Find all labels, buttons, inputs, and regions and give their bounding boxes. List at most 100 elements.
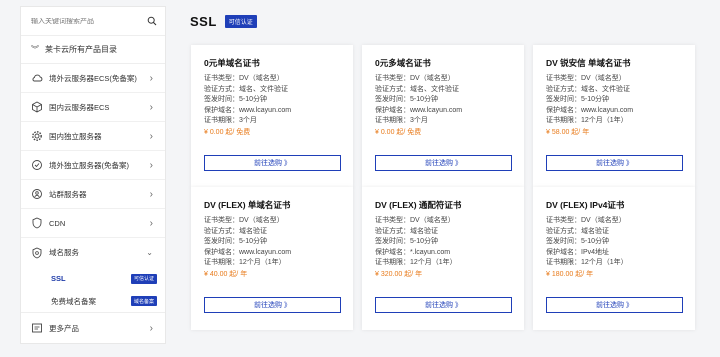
cert-period: 证书期限：12个月（1年） bbox=[546, 117, 628, 124]
search-bar bbox=[21, 7, 165, 36]
chevron-right-icon: › bbox=[149, 72, 153, 84]
double-chevron-down-icon: ︾ bbox=[31, 45, 39, 54]
sidebar-item-label: 更多产品 bbox=[49, 323, 79, 333]
sidebar-subitem-label: SSL bbox=[51, 274, 66, 283]
product-list-icon bbox=[32, 323, 42, 333]
protected-domain: 保护域名：www.lcayun.com bbox=[204, 248, 292, 256]
sidebar-subitem-ssl[interactable]: SSL 可信认证 bbox=[21, 267, 165, 290]
issue-time: 签发时间：5-10分钟 bbox=[375, 96, 439, 103]
price: ¥ 58.00 起/ 年 bbox=[546, 128, 590, 136]
product-card: 0元多域名证书 证书类型：DV（域名型） 验证方式：域名、文件验证 签发时间：5… bbox=[362, 45, 524, 188]
buy-button[interactable]: 前往选购 》 bbox=[546, 155, 683, 171]
product-catalog-link[interactable]: ︾ 莱卡云所有产品目录 bbox=[21, 36, 165, 64]
card-title: DV (FLEX) 通配符证书 bbox=[375, 200, 462, 210]
buy-button[interactable]: 前往选购 》 bbox=[204, 297, 341, 313]
sidebar: ︾ 莱卡云所有产品目录 境外云服务器ECS(免备案) › 国内云服务器ECS ›… bbox=[20, 6, 166, 344]
group-icon bbox=[32, 189, 42, 199]
cert-type: 证书类型：DV（域名型） bbox=[546, 75, 626, 82]
sidebar-item-label: 站群服务器 bbox=[49, 189, 87, 199]
chevron-down-icon: ⌄ bbox=[146, 248, 153, 257]
sidebar-item-cluster-server[interactable]: 站群服务器 › bbox=[21, 180, 165, 209]
buy-button[interactable]: 前往选购 》 bbox=[375, 297, 512, 313]
sidebar-item-cdn[interactable]: CDN › bbox=[21, 209, 165, 238]
gear-icon bbox=[32, 131, 42, 141]
chevron-right-icon: › bbox=[149, 101, 153, 113]
cert-period: 证书期限：3个月 bbox=[204, 117, 257, 124]
verify-method: 验证方式：域名、文件验证 bbox=[204, 85, 288, 93]
protected-domain: 保护域名：www.lcayun.com bbox=[546, 106, 634, 114]
sidebar-item-label: 国内独立服务器 bbox=[49, 131, 102, 141]
chevron-right-icon: › bbox=[149, 322, 153, 334]
cube-icon bbox=[32, 101, 42, 113]
buy-button[interactable]: 前往选购 》 bbox=[375, 155, 512, 171]
cert-period: 证书期限：12个月（1年） bbox=[375, 259, 457, 266]
protected-domain: 保护域名：www.lcayun.com bbox=[375, 106, 463, 114]
buy-button[interactable]: 前往选购 》 bbox=[546, 297, 683, 313]
chevron-right-icon: › bbox=[149, 130, 153, 142]
price: ¥ 0.00 起/ 免费 bbox=[204, 128, 251, 136]
sidebar-item-overseas-dedicated[interactable]: 境外独立服务器(免备案) › bbox=[21, 151, 165, 180]
verify-method: 验证方式：域名验证 bbox=[204, 227, 267, 235]
protected-domain: 保护域名：*.lcayun.com bbox=[375, 248, 451, 256]
cert-type: 证书类型：DV（域名型） bbox=[204, 75, 284, 82]
price: ¥ 180.00 起/ 年 bbox=[546, 270, 594, 278]
sidebar-item-domestic-ecs[interactable]: 国内云服务器ECS › bbox=[21, 93, 165, 122]
sidebar-subitem-free-domain-filing[interactable]: 免费域名备案 域名备案 bbox=[21, 290, 165, 313]
cert-period: 证书期限：12个月（1年） bbox=[204, 259, 286, 266]
cloud-icon bbox=[32, 74, 43, 82]
sidebar-item-domestic-dedicated[interactable]: 国内独立服务器 › bbox=[21, 122, 165, 151]
verify-method: 验证方式：域名验证 bbox=[375, 227, 438, 235]
issue-time: 签发时间：5-10分钟 bbox=[204, 238, 268, 245]
status-badge: 可信认证 bbox=[130, 273, 157, 284]
cert-type: 证书类型：DV（域名型） bbox=[204, 217, 284, 224]
verify-method: 验证方式：域名验证 bbox=[546, 227, 609, 235]
cert-period: 证书期限：12个月（1年） bbox=[546, 259, 628, 266]
issue-time: 签发时间：5-10分钟 bbox=[546, 96, 610, 103]
search-input[interactable] bbox=[31, 17, 147, 25]
sidebar-item-label: 国内云服务器ECS bbox=[49, 102, 110, 112]
protected-domain: 保护域名：www.lcayun.com bbox=[204, 106, 292, 114]
cert-type: 证书类型：DV（域名型） bbox=[375, 75, 455, 82]
page-title: SSL bbox=[190, 14, 217, 29]
product-card: DV (FLEX) 通配符证书 证书类型：DV（域名型） 验证方式：域名验证 签… bbox=[362, 187, 524, 330]
shield-icon bbox=[32, 217, 42, 229]
catalog-label: 莱卡云所有产品目录 bbox=[45, 45, 117, 54]
sidebar-item-label: 境外云服务器ECS(免备案) bbox=[49, 73, 137, 83]
page-header: SSL 可信认证 bbox=[190, 14, 257, 29]
chevron-right-icon: › bbox=[149, 159, 153, 171]
buy-button[interactable]: 前往选购 》 bbox=[204, 155, 341, 171]
issue-time: 签发时间：5-10分钟 bbox=[375, 238, 439, 245]
price: ¥ 0.00 起/ 免费 bbox=[375, 128, 422, 136]
product-card: 0元单域名证书 证书类型：DV（域名型） 验证方式：域名、文件验证 签发时间：5… bbox=[191, 45, 353, 188]
product-card: DV (FLEX) IPv4证书 证书类型：DV（域名型） 验证方式：域名验证 … bbox=[533, 187, 695, 330]
server-icon bbox=[32, 160, 42, 170]
search-icon[interactable] bbox=[147, 16, 157, 26]
price: ¥ 40.00 起/ 年 bbox=[204, 270, 248, 278]
issue-time: 签发时间：5-10分钟 bbox=[546, 238, 610, 245]
sidebar-item-more-products[interactable]: 更多产品 › bbox=[21, 313, 165, 343]
card-title: 0元单域名证书 bbox=[204, 58, 260, 68]
verify-method: 验证方式：域名、文件验证 bbox=[375, 85, 459, 93]
card-title: DV (FLEX) 单域名证书 bbox=[204, 200, 291, 210]
title-badge: 可信认证 bbox=[224, 15, 257, 28]
protected-domain: 保护域名：IPv4地址 bbox=[546, 248, 610, 256]
sidebar-item-overseas-ecs[interactable]: 境外云服务器ECS(免备案) › bbox=[21, 64, 165, 93]
domain-icon bbox=[32, 247, 42, 258]
cert-type: 证书类型：DV（域名型） bbox=[546, 217, 626, 224]
cert-type: 证书类型：DV（域名型） bbox=[375, 217, 455, 224]
sidebar-subitem-label: 免费域名备案 bbox=[51, 296, 96, 306]
card-title: DV (FLEX) IPv4证书 bbox=[546, 200, 625, 210]
card-title: 0元多域名证书 bbox=[375, 58, 431, 68]
chevron-right-icon: › bbox=[149, 217, 153, 229]
sidebar-item-label: CDN bbox=[49, 218, 66, 228]
verify-method: 验证方式：域名、文件验证 bbox=[546, 85, 630, 93]
issue-time: 签发时间：5-10分钟 bbox=[204, 96, 268, 103]
card-title: DV 锐安信 单域名证书 bbox=[546, 58, 631, 68]
sidebar-item-label: 境外独立服务器(免备案) bbox=[49, 160, 129, 170]
chevron-right-icon: › bbox=[149, 188, 153, 200]
status-badge: 域名备案 bbox=[130, 296, 157, 306]
sidebar-item-domain-service[interactable]: 域名服务 ⌄ bbox=[21, 238, 165, 267]
product-card: DV 锐安信 单域名证书 证书类型：DV（域名型） 验证方式：域名、文件验证 签… bbox=[533, 45, 695, 188]
sidebar-item-label: 域名服务 bbox=[49, 248, 79, 257]
product-card: DV (FLEX) 单域名证书 证书类型：DV（域名型） 验证方式：域名验证 签… bbox=[191, 187, 353, 330]
